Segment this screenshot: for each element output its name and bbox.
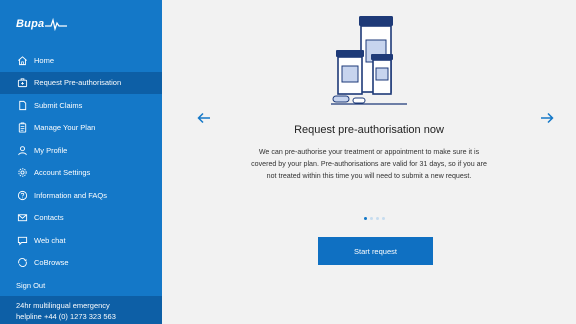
sidebar-item-label: Information and FAQs xyxy=(34,190,107,200)
sidebar-item-label: Manage Your Plan xyxy=(34,123,96,133)
carousel-dot[interactable] xyxy=(370,217,373,220)
carousel-pagination xyxy=(364,217,385,220)
gear-icon xyxy=(16,167,28,179)
sidebar-item-contacts[interactable]: Contacts xyxy=(0,207,162,230)
sign-out-link[interactable]: Sign Out xyxy=(16,281,45,290)
emergency-line-1: 24hr multilingual emergency xyxy=(16,301,110,310)
sidebar-item-label: My Profile xyxy=(34,145,68,155)
medical-kit-icon xyxy=(16,77,28,89)
sidebar-item-label: Web chat xyxy=(34,235,66,245)
heartbeat-icon xyxy=(45,17,68,31)
carousel-title: Request pre-authorisation now xyxy=(294,124,444,136)
sidebar-item-label: Request Pre-authorisation xyxy=(34,78,122,88)
help-icon xyxy=(16,189,28,201)
sidebar-item-request-pre-authorisation[interactable]: Request Pre-authorisation xyxy=(0,71,162,94)
clipboard-icon xyxy=(16,122,28,134)
sidebar-item-my-profile[interactable]: My Profile xyxy=(0,139,162,162)
sidebar-item-home[interactable]: Home xyxy=(0,49,162,72)
start-request-button[interactable]: Start request xyxy=(318,237,433,265)
sidebar-item-account-settings[interactable]: Account Settings xyxy=(0,162,162,185)
sidebar-item-label: Submit Claims xyxy=(34,100,83,110)
envelope-icon xyxy=(16,212,28,224)
sidebar-item-manage-your-plan[interactable]: Manage Your Plan xyxy=(0,117,162,140)
carousel-description: We can pre-authorise your treatment or a… xyxy=(251,148,487,180)
chat-icon xyxy=(16,234,28,246)
home-icon xyxy=(16,54,28,66)
bupa-logo[interactable]: Bupa xyxy=(16,14,68,34)
sidebar-item-submit-claims[interactable]: Submit Claims xyxy=(0,94,162,117)
cobrowse-icon xyxy=(16,257,28,269)
sidebar-item-label: Home xyxy=(34,55,55,65)
sidebar-item-label: Account Settings xyxy=(34,168,91,178)
carousel-dot[interactable] xyxy=(382,217,385,220)
carousel-dot[interactable] xyxy=(364,217,367,220)
sidebar-item-information-and-faqs[interactable]: Information and FAQs xyxy=(0,184,162,207)
sidebar-item-web-chat[interactable]: Web chat xyxy=(0,229,162,252)
carousel-dot[interactable] xyxy=(376,217,379,220)
sidebar-item-cobrowse[interactable]: CoBrowse xyxy=(0,252,162,275)
user-icon xyxy=(16,144,28,156)
document-icon xyxy=(16,99,28,111)
medication-bottles-illustration xyxy=(331,16,407,105)
sidebar-item-label: Contacts xyxy=(34,213,64,223)
sidebar-item-label: CoBrowse xyxy=(34,258,69,268)
emergency-helpline: 24hr multilingual emergency helpline +44… xyxy=(0,296,162,324)
sidebar: Bupa Home Request Pre-authorisation Subm… xyxy=(0,0,162,324)
main-content: Request pre-authorisation now We can pre… xyxy=(162,0,576,324)
sidebar-nav: Home Request Pre-authorisation Submit Cl… xyxy=(0,49,162,274)
logo-text: Bupa xyxy=(16,18,45,30)
emergency-line-2: helpline +44 (0) 1273 323 563 xyxy=(16,312,116,321)
